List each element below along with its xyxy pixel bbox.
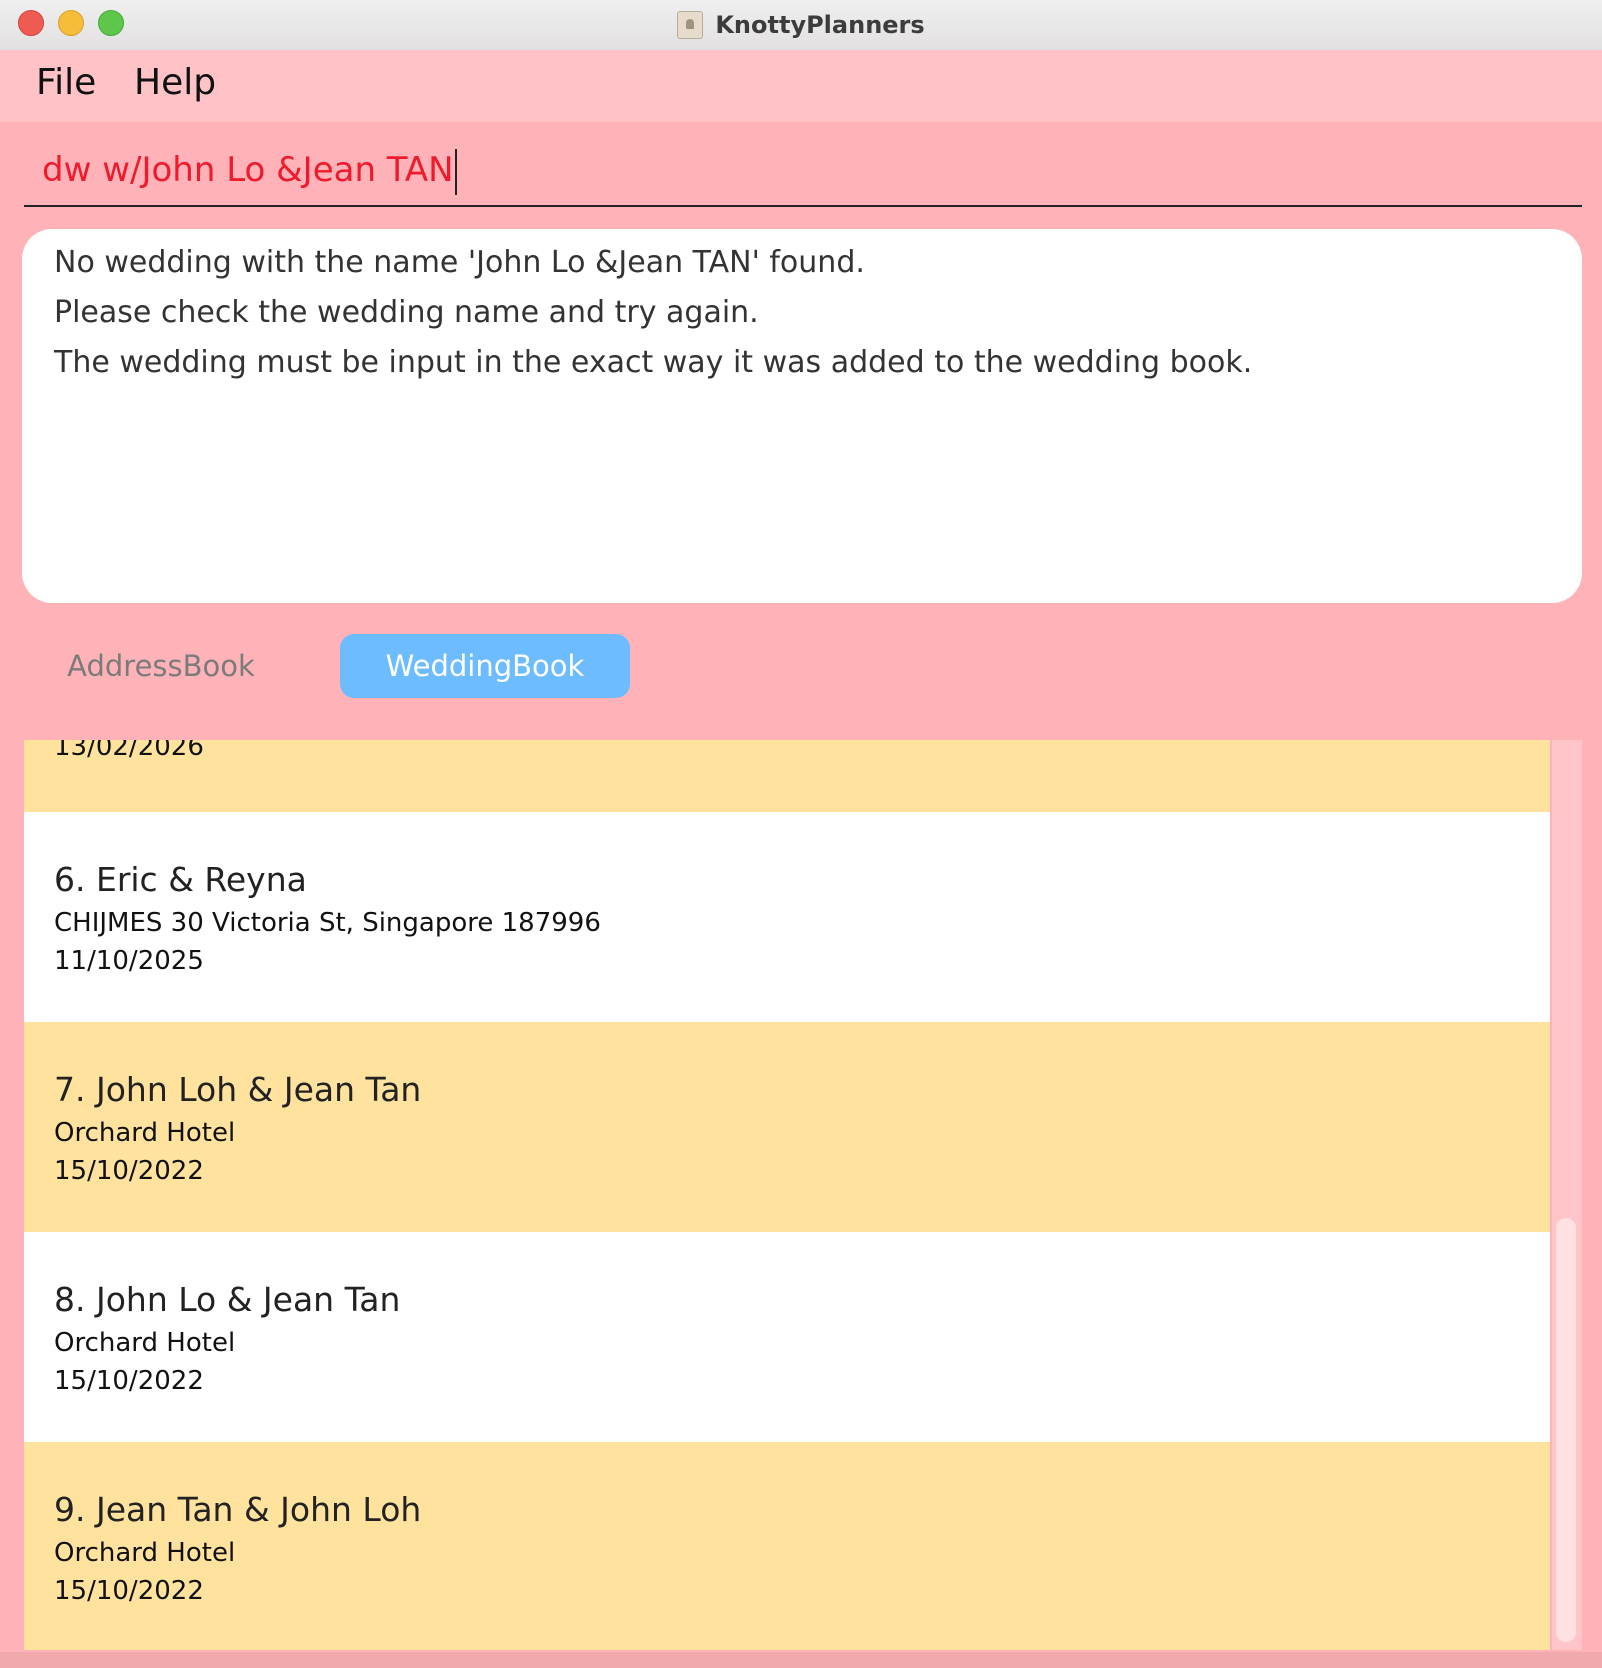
command-input[interactable]: dw w/John Lo &Jean TAN [42, 143, 457, 197]
list-item[interactable]: 7. John Loh & Jean Tan Orchard Hotel 15/… [24, 1022, 1550, 1232]
wedding-list[interactable]: 13/02/2026 6. Eric & Reyna CHIJMES 30 Vi… [24, 740, 1550, 1650]
title-bar: KnottyPlanners [0, 0, 1602, 51]
wedding-title: 6. Eric & Reyna [54, 860, 307, 899]
menu-file[interactable]: File [36, 62, 96, 103]
tab-addressbook[interactable]: AddressBook [56, 634, 266, 698]
wedding-date: 15/10/2022 [54, 1156, 204, 1186]
wedding-date: 11/10/2025 [54, 946, 204, 976]
list-item[interactable]: 8. John Lo & Jean Tan Orchard Hotel 15/1… [24, 1232, 1550, 1442]
result-line-1: No wedding with the name 'John Lo &Jean … [54, 245, 865, 280]
wedding-title: 9. Jean Tan & John Loh [54, 1490, 422, 1529]
wedding-venue: CHIJMES 30 Victoria St, Singapore 187996 [54, 908, 601, 938]
wedding-venue: Orchard Hotel [54, 1118, 236, 1148]
wedding-title: 7. John Loh & Jean Tan [54, 1070, 422, 1109]
text-caret [454, 148, 457, 195]
app-icon [677, 11, 704, 39]
wedding-date: 15/10/2022 [54, 1366, 204, 1396]
app-window: KnottyPlanners File Help dw w/John Lo &J… [0, 0, 1602, 1668]
list-item[interactable]: 13/02/2026 [24, 740, 1550, 812]
list-item[interactable]: 6. Eric & Reyna CHIJMES 30 Victoria St, … [24, 812, 1550, 1022]
command-text: dw w/John Lo &Jean TAN [42, 150, 454, 190]
menu-help[interactable]: Help [134, 62, 216, 103]
wedding-title: 8. John Lo & Jean Tan [54, 1280, 401, 1319]
list-item[interactable]: 9. Jean Tan & John Loh Orchard Hotel 15/… [24, 1442, 1550, 1650]
result-line-3: The wedding must be input in the exact w… [54, 345, 1253, 380]
wedding-date: 15/10/2022 [54, 1576, 204, 1606]
window-bottom-edge [0, 1652, 1602, 1668]
menu-bar: File Help [0, 50, 1602, 122]
result-display: No wedding with the name 'John Lo &Jean … [22, 229, 1582, 603]
tab-weddingbook[interactable]: WeddingBook [340, 634, 630, 698]
result-line-2: Please check the wedding name and try ag… [54, 295, 759, 330]
wedding-date: 13/02/2026 [54, 740, 204, 762]
list-scrollbar-thumb[interactable] [1556, 1218, 1576, 1642]
window-title: KnottyPlanners [715, 11, 925, 39]
window-title-group: KnottyPlanners [0, 0, 1602, 50]
wedding-venue: Orchard Hotel [54, 1328, 236, 1358]
command-box[interactable]: dw w/John Lo &Jean TAN [24, 137, 1582, 207]
wedding-venue: Orchard Hotel [54, 1538, 236, 1568]
